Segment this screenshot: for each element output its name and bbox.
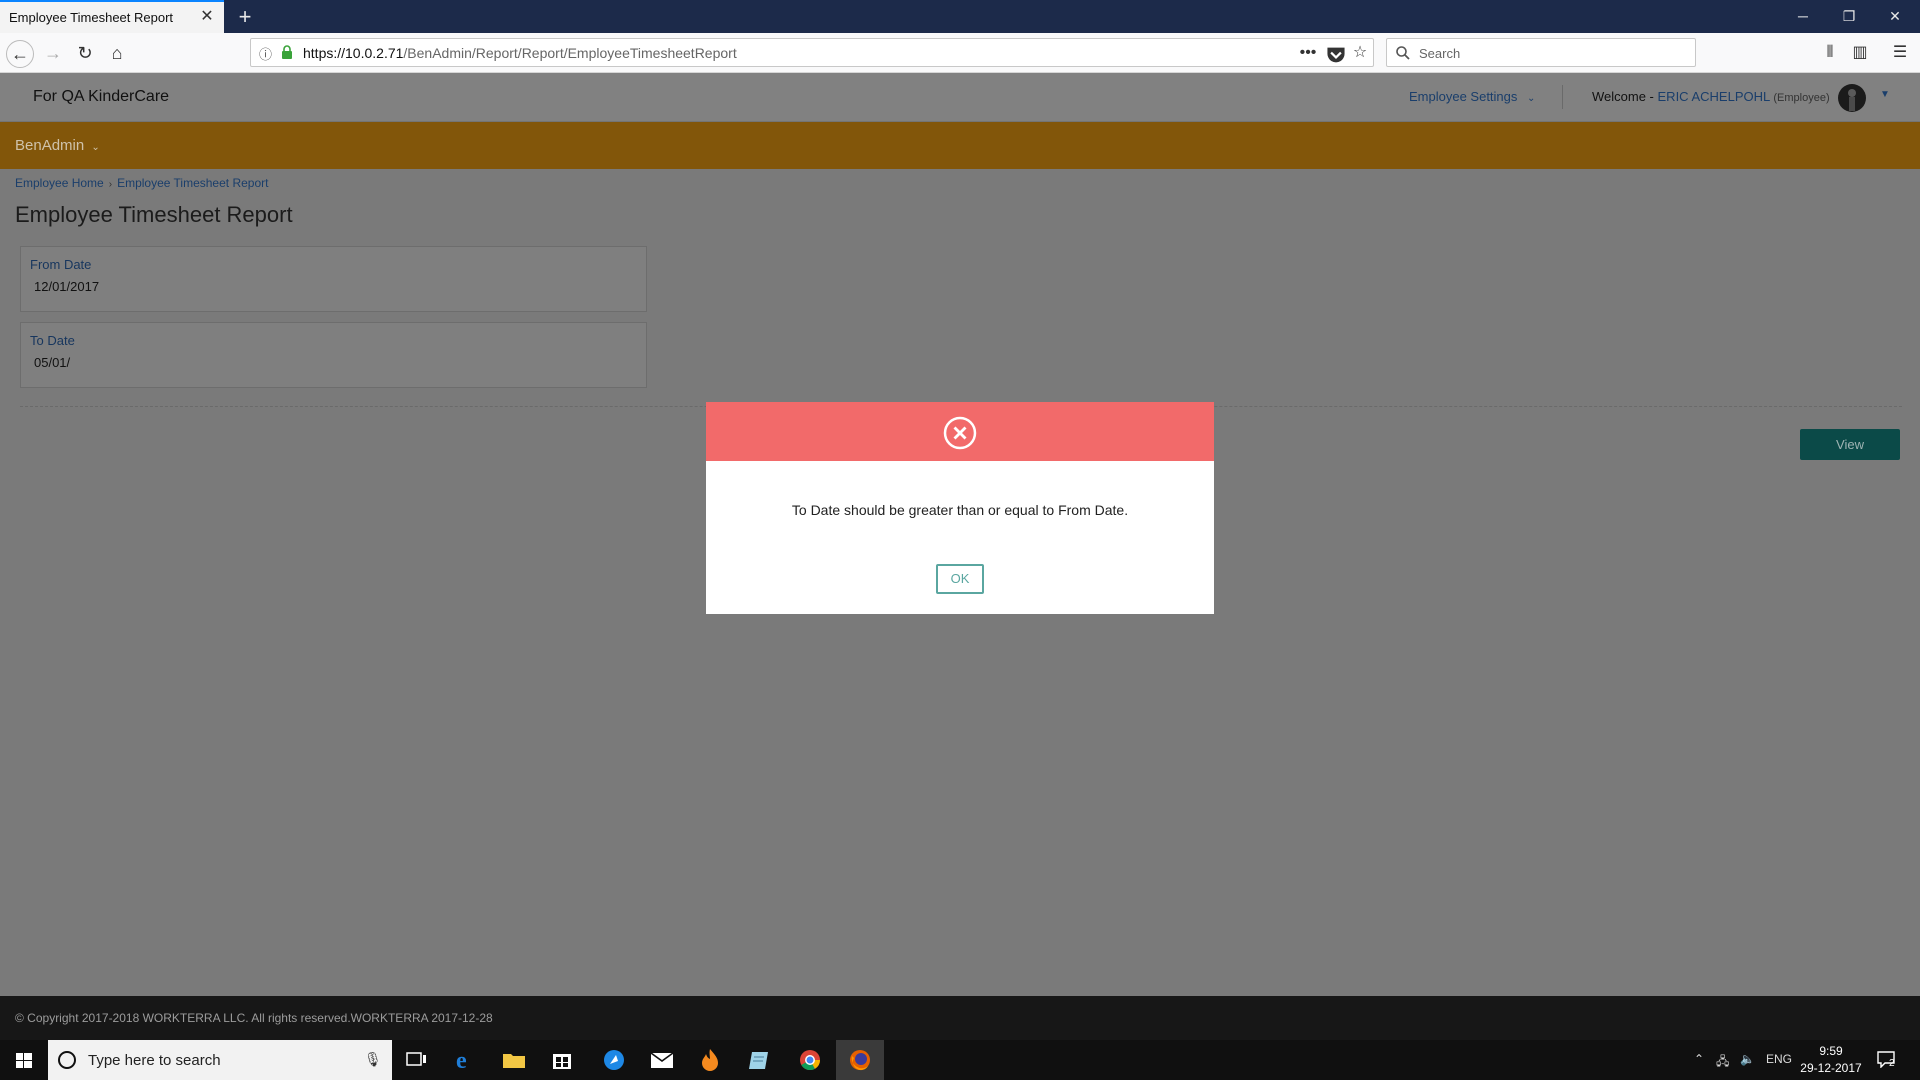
firefox-icon[interactable] — [836, 1040, 884, 1080]
info-icon[interactable]: ⓘ — [259, 44, 272, 63]
page-title: Employee Timesheet Report — [15, 202, 293, 227]
notification-count: 2 — [1889, 1058, 1895, 1069]
pocket-icon[interactable] — [1325, 44, 1347, 66]
minimize-icon[interactable]: ─ — [1780, 0, 1826, 33]
url-bar[interactable]: ⓘ https://10.0.2.71/BenAdmin/Report/Repo… — [250, 38, 1374, 67]
chevron-down-icon: ⌄ — [91, 142, 100, 153]
employee-settings-label: Employee Settings — [1409, 89, 1518, 104]
welcome-label: Welcome - — [1592, 89, 1654, 104]
reload-icon[interactable]: ↻ — [72, 40, 98, 66]
to-date-field: To Date — [20, 322, 647, 388]
user-name-link[interactable]: ERIC ACHELPOHL — [1658, 89, 1770, 104]
from-date-label: From Date — [30, 257, 92, 272]
language-indicator[interactable]: ENG — [1766, 1052, 1792, 1066]
lock-icon — [282, 45, 292, 59]
ok-button[interactable]: OK — [936, 564, 984, 594]
user-role: (Employee) — [1773, 92, 1830, 104]
close-tab-icon[interactable]: ✕ — [198, 8, 216, 26]
from-date-input[interactable] — [34, 279, 614, 294]
search-placeholder: Search — [1419, 46, 1461, 61]
sidebar-icon[interactable]: ▥ — [1848, 41, 1872, 65]
browser-toolbar: ← → ↻ ⌂ ⓘ https://10.0.2.71/BenAdmin/Rep… — [0, 33, 1920, 73]
clock-time: 9:59 — [1819, 1044, 1843, 1058]
windows-start-icon[interactable] — [0, 1040, 48, 1080]
welcome-text: Welcome - ERIC ACHELPOHL (Employee) — [1592, 89, 1830, 104]
store-icon[interactable] — [538, 1040, 586, 1080]
benadmin-menu[interactable]: BenAdmin ⌄ — [15, 137, 100, 154]
view-button[interactable]: View — [1800, 429, 1900, 460]
browser-tab[interactable]: Employee Timesheet Report ✕ — [0, 0, 224, 33]
taskbar: Type here to search 🎙 e ⌃ 🖧 🔈 ENG 9:59 2… — [0, 1040, 1920, 1080]
chevron-down-icon: ⌄ — [1527, 93, 1536, 104]
to-date-input[interactable] — [34, 355, 614, 370]
clock-date: 29-12-2017 — [1800, 1061, 1862, 1075]
main-nav: BenAdmin ⌄ — [0, 122, 1920, 169]
error-dialog: To Date should be greater than or equal … — [706, 402, 1214, 614]
browser-search-input[interactable]: Search — [1386, 38, 1696, 67]
bookmark-star-icon[interactable]: ☆ — [1349, 42, 1371, 64]
library-icon[interactable]: ⫴ — [1818, 41, 1842, 65]
system-clock[interactable]: 9:59 29-12-2017 — [1796, 1043, 1866, 1077]
error-x-circle-icon — [943, 416, 977, 450]
file-explorer-icon[interactable] — [490, 1040, 538, 1080]
error-dialog-header — [706, 402, 1214, 461]
url-path: /BenAdmin/Report/Report/EmployeeTimeshee… — [403, 45, 737, 61]
forward-icon[interactable]: → — [40, 40, 66, 66]
volume-icon[interactable]: 🔈 — [1740, 1052, 1755, 1066]
page-actions-icon[interactable]: ••• — [1297, 42, 1319, 64]
breadcrumb: Employee Home › Employee Timesheet Report — [15, 176, 268, 190]
from-date-field: From Date — [20, 246, 647, 312]
tray-expand-icon[interactable]: ⌃ — [1694, 1052, 1704, 1066]
new-tab-icon[interactable]: + — [232, 4, 258, 30]
brand-name: For QA KinderCare — [33, 88, 170, 105]
close-window-icon[interactable]: ✕ — [1872, 0, 1918, 33]
maps-compass-icon[interactable] — [590, 1040, 638, 1080]
mail-icon[interactable] — [638, 1040, 686, 1080]
taskbar-search-input[interactable]: Type here to search 🎙 — [48, 1040, 392, 1080]
breadcrumb-separator-icon: › — [108, 179, 113, 190]
url-host: https://10.0.2.71 — [303, 45, 404, 61]
employee-settings-menu[interactable]: Employee Settings ⌄ — [1409, 89, 1535, 104]
avatar[interactable] — [1838, 84, 1866, 112]
header-divider — [1562, 85, 1563, 109]
network-icon[interactable]: 🖧 — [1716, 1052, 1729, 1073]
url-text: https://10.0.2.71/BenAdmin/Report/Report… — [303, 45, 737, 61]
breadcrumb-current-link[interactable]: Employee Timesheet Report — [117, 176, 268, 190]
tab-title: Employee Timesheet Report — [9, 10, 174, 25]
restore-icon[interactable]: ❐ — [1826, 0, 1872, 33]
app-header: For QA KinderCare Employee Settings ⌄ We… — [0, 73, 1920, 122]
user-silhouette-icon — [1848, 89, 1856, 111]
search-icon — [1396, 46, 1410, 60]
task-view-icon[interactable] — [392, 1040, 440, 1080]
error-message: To Date should be greater than or equal … — [791, 502, 1129, 518]
copyright-text: © Copyright 2017-2018 WORKTERRA LLC. All… — [15, 1011, 493, 1025]
benadmin-label: BenAdmin — [15, 137, 85, 154]
edge-icon[interactable]: e — [442, 1040, 490, 1080]
footer: © Copyright 2017-2018 WORKTERRA LLC. All… — [0, 996, 1920, 1040]
action-center-icon[interactable]: 2 — [1876, 1050, 1900, 1070]
cortana-icon — [58, 1051, 76, 1069]
flame-app-icon[interactable] — [686, 1040, 734, 1080]
breadcrumb-home-link[interactable]: Employee Home — [15, 176, 104, 190]
back-icon[interactable]: ← — [6, 40, 34, 68]
chrome-icon[interactable] — [786, 1040, 834, 1080]
microphone-icon[interactable]: 🎙 — [364, 1051, 382, 1068]
caret-down-icon[interactable]: ▼ — [1880, 89, 1890, 100]
svg-text:e: e — [456, 1048, 467, 1074]
home-icon[interactable]: ⌂ — [104, 40, 130, 66]
menu-icon[interactable]: ☰ — [1888, 41, 1912, 65]
taskbar-search-placeholder: Type here to search — [88, 1052, 221, 1069]
browser-tab-bar: Employee Timesheet Report ✕ + ─ ❐ ✕ — [0, 0, 1920, 33]
notepad-icon[interactable] — [736, 1040, 784, 1080]
to-date-label: To Date — [30, 333, 75, 348]
